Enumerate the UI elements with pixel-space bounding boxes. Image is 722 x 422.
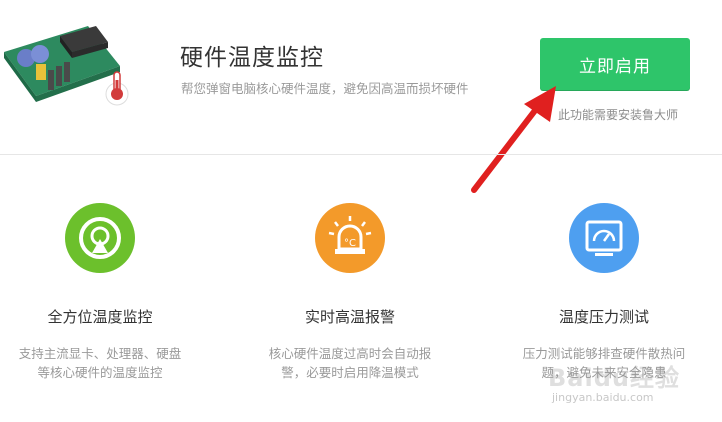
feature-high-temp-alarm: °C 实时高温报警 核心硬件温度过高时会自动报 警，必要时启用降温模式 bbox=[235, 203, 465, 382]
feature-description: 核心硬件温度过高时会自动报 警，必要时启用降温模式 bbox=[268, 346, 432, 380]
svg-text:°C: °C bbox=[344, 238, 356, 249]
enable-now-button[interactable]: 立即启用 bbox=[540, 38, 690, 90]
gauge-monitor-icon bbox=[569, 203, 639, 273]
header-section: 硬件温度监控 帮您弹窗电脑核心硬件温度，避免因高温而损坏硬件 立即启用 此功能需… bbox=[0, 0, 722, 155]
feature-stress-test: 温度压力测试 压力测试能够排查硬件散热问 题，避免未来安全隐患 bbox=[489, 203, 719, 382]
feature-temperature-monitor: 全方位温度监控 支持主流显卡、处理器、硬盘 等核心硬件的温度监控 bbox=[0, 203, 215, 382]
feature-title: 实时高温报警 bbox=[304, 308, 395, 326]
install-note: 此功能需要安装鲁大师 bbox=[558, 108, 679, 122]
target-icon bbox=[65, 203, 135, 273]
feature-title: 温度压力测试 bbox=[558, 308, 649, 326]
feature-description: 支持主流显卡、处理器、硬盘 等核心硬件的温度监控 bbox=[18, 346, 182, 380]
feature-description: 压力测试能够排查硬件散热问 题，避免未来安全隐患 bbox=[522, 346, 686, 380]
page-subtitle: 帮您弹窗电脑核心硬件温度，避免因高温而损坏硬件 bbox=[181, 81, 469, 96]
red-arrow-annotation bbox=[471, 86, 556, 193]
page-title: 硬件温度监控 bbox=[180, 45, 324, 71]
feature-title: 全方位温度监控 bbox=[47, 308, 153, 326]
circuit-board-thermometer-icon bbox=[4, 26, 129, 106]
alarm-icon: °C bbox=[315, 203, 385, 273]
section-divider bbox=[0, 154, 722, 155]
